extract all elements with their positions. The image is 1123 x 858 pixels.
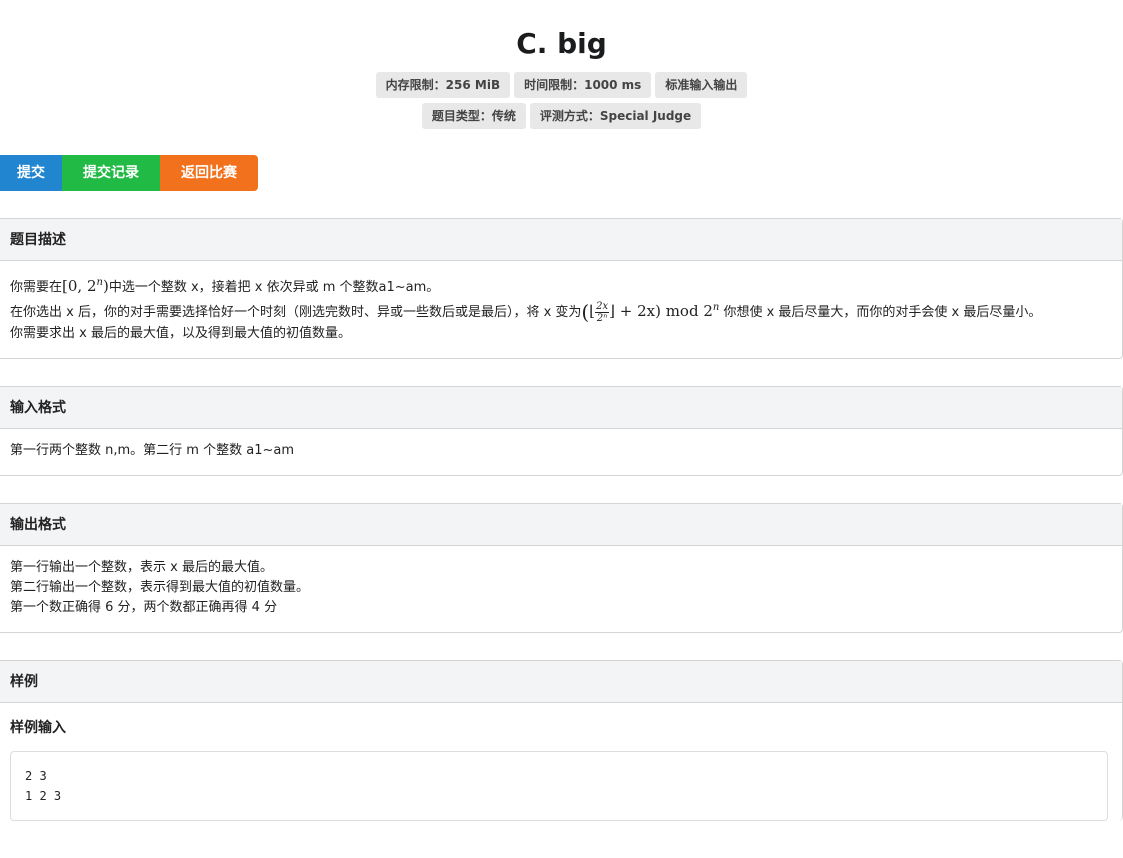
input-format-body: 第一行两个整数 n,m。第二行 m 个整数 a1~am (0, 429, 1122, 475)
output-format-section: 输出格式 第一行输出一个整数，表示 x 最后的最大值。 第二行输出一个整数，表示… (0, 502, 1123, 633)
sample-input-code[interactable]: 2 3 1 2 3 (10, 750, 1108, 821)
sample-section: 样例 样例输入 2 3 1 2 3 (0, 659, 1123, 821)
back-to-contest-button[interactable]: 返回比赛 (160, 155, 258, 191)
type-row: 题目类型：传统 评测方式：Special Judge (0, 103, 1123, 129)
input-format-text: 第一行两个整数 n,m。第二行 m 个整数 a1~am (10, 442, 294, 458)
description-line-3: 你需要求出 x 最后的最大值，以及得到最大值的初值数量。 (10, 325, 351, 341)
description-line-1: 你需要在[0, 2n)中选一个整数 x，接着把 x 依次异或 m 个整数a1~a… (10, 277, 440, 295)
sample-heading: 样例 (0, 660, 1122, 703)
range-formula: [0, 2n) (62, 277, 109, 295)
memory-limit-badge: 内存限制：256 MiB (375, 72, 511, 98)
time-limit-badge: 时间限制：1000 ms (514, 72, 652, 98)
judge-mode-badge: 评测方式：Special Judge (529, 103, 702, 129)
description-heading: 题目描述 (0, 219, 1122, 261)
output-format-line-1: 第一行输出一个整数，表示 x 最后的最大值。 (10, 559, 273, 575)
input-format-heading: 输入格式 (0, 386, 1122, 429)
output-format-heading: 输出格式 (0, 503, 1122, 546)
submit-button[interactable]: 提交 (0, 155, 62, 191)
transform-formula: (⌊ 2x 2ⁿ ⌋ + 2x) mod 2n (581, 300, 720, 324)
limits-row: 内存限制：256 MiB 时间限制：1000 ms 标准输入输出 (0, 72, 1123, 98)
problem-title: C. big (516, 27, 607, 60)
output-format-line-3: 第一个数正确得 6 分，两个数都正确再得 4 分 (10, 599, 278, 615)
output-format-body: 第一行输出一个整数，表示 x 最后的最大值。 第二行输出一个整数，表示得到最大值… (0, 546, 1122, 632)
description-section: 题目描述 你需要在[0, 2n)中选一个整数 x，接着把 x 依次异或 m 个整… (0, 218, 1123, 359)
input-format-section: 输入格式 第一行两个整数 n,m。第二行 m 个整数 a1~am (0, 385, 1123, 476)
submission-records-button[interactable]: 提交记录 (62, 155, 160, 191)
problem-type-badge: 题目类型：传统 (421, 103, 526, 129)
output-format-line-2: 第二行输出一个整数，表示得到最大值的初值数量。 (10, 579, 310, 595)
description-line-2: 在你选出 x 后，你的对手需要选择恰好一个时刻（刚选完数时、异或一些数后或是最后… (10, 300, 1042, 324)
description-body: 你需要在[0, 2n)中选一个整数 x，接着把 x 依次异或 m 个整数a1~a… (0, 261, 1122, 358)
sample-input-label: 样例输入 (10, 719, 66, 736)
action-buttons: 提交 提交记录 返回比赛 (0, 155, 1123, 191)
problem-header: C. big 内存限制：256 MiB 时间限制：1000 ms 标准输入输出 … (0, 0, 1123, 129)
io-mode-badge: 标准输入输出 (655, 72, 748, 98)
